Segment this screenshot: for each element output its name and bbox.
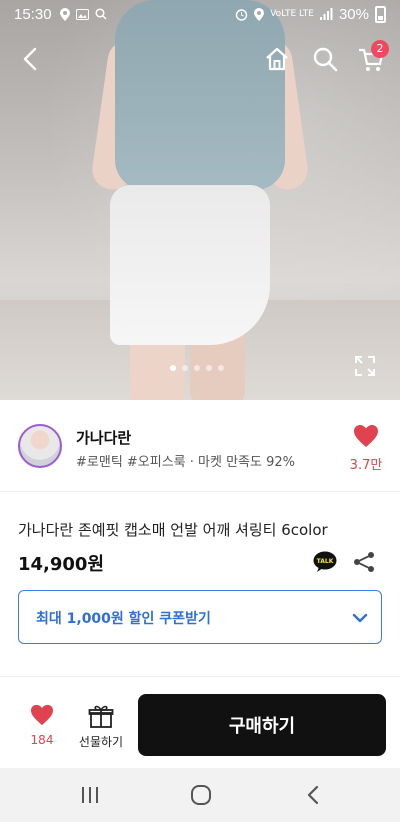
pagination-dot[interactable] [206,365,212,371]
pagination-dot[interactable] [218,365,224,371]
cart-badge: 2 [371,40,389,58]
bottom-action-bar: 184 선물하기 구매하기 [0,690,400,768]
pagination-dot[interactable] [182,365,188,371]
top-navigation [0,36,400,80]
heart-icon[interactable] [353,424,379,448]
gallery-icon [75,8,89,20]
heart-icon [31,704,53,726]
home-button-icon[interactable] [189,783,213,807]
share-icon[interactable] [352,550,376,574]
pagination-dot[interactable] [194,365,200,371]
coupon-label: 최대 1,000원 할인 쿠폰받기 [36,611,211,627]
seller-name[interactable]: 가나다란 [76,427,131,448]
model-top [115,0,285,190]
product-price: 14,900원 [18,554,105,575]
divider [0,676,400,677]
network-label: VoLTE LTE [270,9,314,19]
chevron-down-icon [352,613,368,623]
svg-text:TALK: TALK [317,558,334,565]
battery-percent: 30% [338,5,369,23]
status-notification-icons [59,7,107,21]
seller-section[interactable]: 가나다란 #로맨틱 #오피스룩 · 마켓 만족도 92% 3.7만 [0,400,400,492]
wish-count: 184 [30,733,54,747]
gift-label[interactable]: 선물하기 [72,733,130,750]
status-bar: 15:30 VoLTE LTE 30% [0,0,400,28]
search-icon[interactable] [310,44,340,74]
status-time: 15:30 [14,5,52,23]
model-skirt [110,185,270,345]
seller-tags: #로맨틱 #오피스룩 · 마켓 만족도 92% [76,455,295,470]
system-navigation-bar [0,768,400,822]
home-icon[interactable] [262,44,292,74]
coupon-button[interactable]: 최대 1,000원 할인 쿠폰받기 [18,590,382,644]
signal-icon [319,8,333,20]
status-right-group: VoLTE LTE 30% [235,5,386,23]
back-button-icon[interactable] [302,783,326,807]
location-icon [59,7,70,21]
recent-apps-icon[interactable] [78,783,102,807]
seller-avatar[interactable] [18,424,62,468]
alarm-icon [236,8,248,21]
kakaotalk-icon[interactable]: TALK [313,551,337,573]
location-icon [254,7,265,21]
gift-icon[interactable] [88,704,114,728]
pagination-dot[interactable] [170,365,176,371]
seller-like-count: 3.7만 [349,458,383,473]
product-title: 가나다란 존예핏 캡소매 언발 어깨 셔링티 6color [18,521,328,539]
battery-icon [375,5,386,23]
back-icon[interactable] [16,44,46,74]
status-search-icon [94,8,107,20]
wish-button[interactable] [22,704,62,730]
buy-button[interactable]: 구매하기 [138,694,386,756]
expand-icon[interactable] [354,355,376,377]
image-pagination [170,365,224,371]
